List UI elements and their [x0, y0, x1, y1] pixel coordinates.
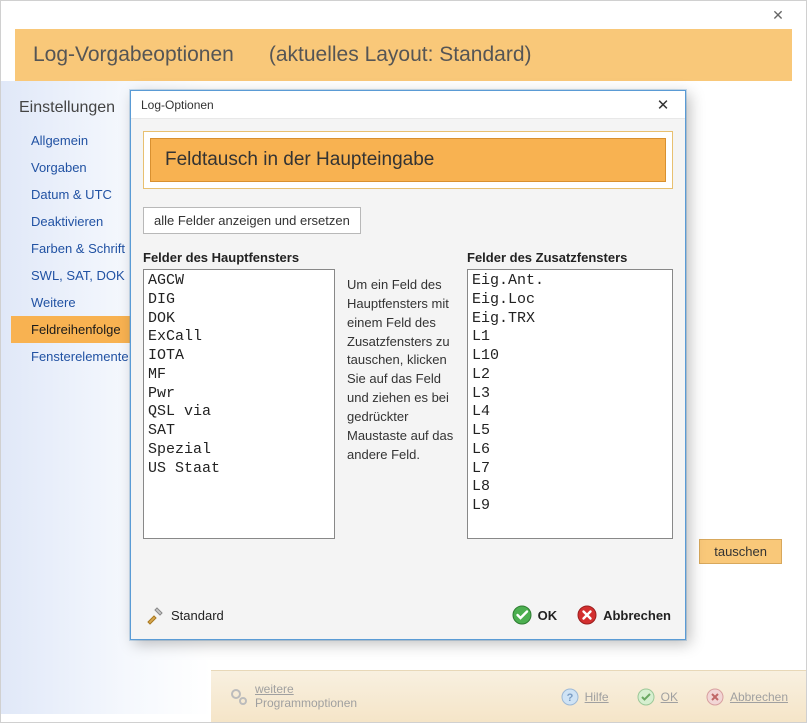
swap-fields-button[interactable]: tauschen	[699, 539, 782, 564]
sidebar-item-label: Allgemein	[31, 133, 88, 148]
footer-cancel-button[interactable]: Abbrechen	[706, 688, 788, 706]
list-item[interactable]: QSL via	[148, 403, 330, 422]
sidebar-item-label: Farben & Schrift	[31, 241, 125, 256]
list-item[interactable]: ExCall	[148, 328, 330, 347]
footer-help-button[interactable]: ? Hilfe	[561, 688, 609, 706]
list-item[interactable]: US Staat	[148, 460, 330, 479]
list-item[interactable]: L6	[472, 441, 668, 460]
list-item[interactable]: L5	[472, 422, 668, 441]
footer-ok-label: OK	[661, 690, 678, 704]
show-all-fields-button[interactable]: alle Felder anzeigen und ersetzen	[143, 207, 361, 234]
standard-button-label: Standard	[171, 608, 224, 623]
footer-more-line2: Programmoptionen	[255, 697, 357, 711]
footer-ok-button[interactable]: OK	[637, 688, 678, 706]
footer-more-options[interactable]: weitere Programmoptionen	[229, 683, 357, 711]
list-item[interactable]: L4	[472, 403, 668, 422]
dialog-banner-frame: Feldtausch in der Haupteingabe	[143, 131, 673, 189]
dialog-banner: Feldtausch in der Haupteingabe	[150, 138, 666, 182]
help-icon: ?	[561, 688, 579, 706]
list-item[interactable]: L2	[472, 366, 668, 385]
list-item[interactable]: AGCW	[148, 272, 330, 291]
dialog-ok-button[interactable]: OK	[512, 605, 558, 625]
svg-text:?: ?	[566, 692, 573, 704]
ok-check-icon	[637, 688, 655, 706]
list-item[interactable]: SAT	[148, 422, 330, 441]
cancel-x-icon	[706, 688, 724, 706]
list-item[interactable]: DIG	[148, 291, 330, 310]
list-item[interactable]: L8	[472, 478, 668, 497]
dialog-footer: Standard OK Abbrechen	[131, 593, 685, 639]
list-item[interactable]: L9	[472, 497, 668, 516]
ok-check-icon	[512, 605, 532, 625]
list-item[interactable]: Spezial	[148, 441, 330, 460]
swap-button-label: tauschen	[714, 544, 767, 559]
list-item[interactable]: L1	[472, 328, 668, 347]
list-item[interactable]: DOK	[148, 310, 330, 329]
page-subtitle: (aktuelles Layout: Standard)	[269, 43, 532, 66]
show-all-fields-label: alle Felder anzeigen und ersetzen	[154, 213, 350, 228]
list-item[interactable]: MF	[148, 366, 330, 385]
close-icon: ✕	[657, 96, 670, 114]
list-item[interactable]: Eig.TRX	[472, 310, 668, 329]
standard-button[interactable]: Standard	[145, 605, 224, 625]
list-item[interactable]: L10	[472, 347, 668, 366]
outer-titlebar: ✕	[1, 1, 806, 29]
outer-footer: weitere Programmoptionen ? Hilfe OK Abbr…	[211, 670, 806, 722]
sidebar-item-label: Deaktivieren	[31, 214, 103, 229]
dialog-title: Log-Optionen	[141, 98, 214, 112]
window-close-button[interactable]: ✕	[758, 4, 798, 26]
close-icon: ✕	[772, 7, 784, 24]
footer-more-line1: weitere	[255, 683, 357, 697]
dialog-ok-label: OK	[538, 608, 558, 623]
sidebar-item-label: SWL, SAT, DOK	[31, 268, 125, 283]
list-item[interactable]: Eig.Ant.	[472, 272, 668, 291]
dialog-banner-text: Feldtausch in der Haupteingabe	[165, 149, 434, 170]
dialog-body: Feldtausch in der Haupteingabe alle Feld…	[131, 119, 685, 551]
sidebar-item-label: Vorgaben	[31, 160, 87, 175]
list-item[interactable]: L7	[472, 460, 668, 479]
main-fields-label: Felder des Hauptfensters	[143, 250, 335, 265]
dialog-titlebar[interactable]: Log-Optionen ✕	[131, 91, 685, 119]
page-title: Log-Vorgabeoptionen	[33, 43, 234, 66]
list-item[interactable]: IOTA	[148, 347, 330, 366]
list-item[interactable]: Pwr	[148, 385, 330, 404]
sidebar-item-label: Fensterelemente	[31, 349, 129, 364]
footer-cancel-label: Abbrechen	[730, 690, 788, 704]
dialog-cancel-label: Abbrechen	[603, 608, 671, 623]
log-options-dialog: Log-Optionen ✕ Feldtausch in der Hauptei…	[130, 90, 686, 640]
main-fields-listbox[interactable]: AGCWDIGDOKExCallIOTAMFPwrQSL viaSATSpezi…	[143, 269, 335, 539]
footer-help-label: Hilfe	[585, 690, 609, 704]
drag-instructions: Um ein Feld des Hauptfensters mit einem …	[347, 276, 455, 464]
list-item[interactable]: Eig.Loc	[472, 291, 668, 310]
cancel-x-icon	[577, 605, 597, 625]
extra-fields-label: Felder des Zusatzfensters	[467, 250, 673, 265]
tools-icon	[145, 605, 165, 625]
dialog-cancel-button[interactable]: Abbrechen	[577, 605, 671, 625]
extra-fields-column: Felder des Zusatzfensters Eig.Ant.Eig.Lo…	[467, 250, 673, 539]
sidebar-item-label: Weitere	[31, 295, 76, 310]
dialog-close-button[interactable]: ✕	[649, 95, 677, 115]
list-item[interactable]: L3	[472, 385, 668, 404]
main-fields-column: Felder des Hauptfensters AGCWDIGDOKExCal…	[143, 250, 335, 539]
page-header: Log-Vorgabeoptionen (aktuelles Layout: S…	[15, 29, 792, 81]
extra-fields-listbox[interactable]: Eig.Ant.Eig.LocEig.TRXL1L10L2L3L4L5L6L7L…	[467, 269, 673, 539]
field-lists-row: Felder des Hauptfensters AGCWDIGDOKExCal…	[143, 250, 673, 539]
sidebar-item-label: Feldreihenfolge	[31, 322, 121, 337]
gears-icon	[229, 687, 249, 707]
sidebar-item-label: Datum & UTC	[31, 187, 112, 202]
instructions-column: Um ein Feld des Hauptfensters mit einem …	[347, 250, 455, 539]
